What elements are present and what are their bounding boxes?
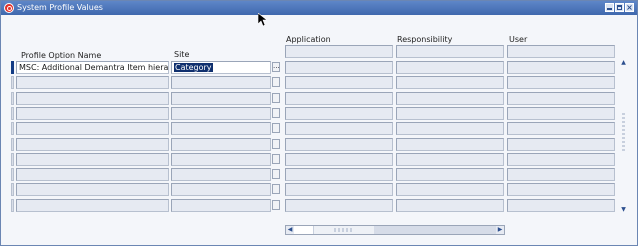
vertical-scrollbar[interactable]: ▲ ▼ — [619, 59, 628, 213]
responsibility-cell[interactable] — [396, 76, 504, 89]
application-cell[interactable] — [285, 138, 393, 151]
record-indicator[interactable] — [11, 76, 14, 89]
vertical-scroll-thumb[interactable] — [622, 113, 625, 153]
arrow-up-icon[interactable]: ▲ — [620, 59, 627, 66]
responsibility-cell[interactable] — [396, 122, 504, 135]
responsibility-cell[interactable] — [396, 153, 504, 166]
application-cell[interactable] — [285, 61, 393, 74]
user-cell[interactable] — [507, 107, 615, 120]
application-cell[interactable] — [285, 183, 393, 196]
site-cell[interactable]: Category — [171, 61, 271, 74]
lov-button[interactable] — [272, 200, 280, 210]
responsibility-cell[interactable] — [396, 199, 504, 212]
site-value: Category — [174, 63, 213, 73]
profile-option-name-cell[interactable] — [16, 92, 169, 105]
record-indicator[interactable] — [11, 107, 14, 120]
responsibility-cell[interactable] — [396, 61, 504, 74]
site-cell[interactable] — [171, 76, 271, 89]
record-indicator[interactable] — [11, 168, 14, 181]
record-indicator[interactable] — [11, 61, 14, 74]
site-level-user-field[interactable] — [507, 45, 615, 58]
lov-button[interactable]: ... — [272, 62, 280, 72]
system-profile-values-window: System Profile Values × Profile Option N… — [0, 0, 638, 246]
record-indicator[interactable] — [11, 138, 14, 151]
responsibility-cell[interactable] — [396, 183, 504, 196]
application-cell[interactable] — [285, 153, 393, 166]
horizontal-scrollbar[interactable]: ◀ ▶ — [285, 225, 505, 235]
horizontal-scroll-track[interactable] — [374, 226, 498, 234]
record-indicator[interactable] — [11, 153, 14, 166]
profile-option-name-cell[interactable] — [16, 107, 169, 120]
close-icon[interactable]: × — [625, 3, 634, 12]
application-cell[interactable] — [285, 92, 393, 105]
profile-option-name-value: MSC: Additional Demantra Item hierarch — [19, 63, 169, 72]
site-level-application-field[interactable] — [285, 45, 393, 58]
responsibility-cell[interactable] — [396, 107, 504, 120]
arrow-down-icon[interactable]: ▼ — [620, 206, 627, 213]
record-indicator[interactable] — [11, 199, 14, 212]
header-site: Site — [174, 50, 190, 59]
application-cell[interactable] — [285, 168, 393, 181]
user-cell[interactable] — [507, 138, 615, 151]
selected-text: Category — [174, 63, 213, 72]
profile-option-name-cell[interactable]: MSC: Additional Demantra Item hierarch — [16, 61, 169, 74]
profile-option-name-cell[interactable] — [16, 199, 169, 212]
user-cell[interactable] — [507, 168, 615, 181]
oracle-icon — [4, 3, 14, 13]
minimize-icon[interactable] — [605, 3, 614, 12]
user-cell[interactable] — [507, 76, 615, 89]
site-cell[interactable] — [171, 138, 271, 151]
window-title: System Profile Values — [17, 3, 103, 12]
arrow-right-icon[interactable]: ▶ — [496, 226, 504, 234]
lov-button[interactable] — [272, 139, 280, 149]
mouse-pointer-icon — [258, 13, 267, 27]
responsibility-cell[interactable] — [396, 168, 504, 181]
application-cell[interactable] — [285, 122, 393, 135]
user-cell[interactable] — [507, 153, 615, 166]
profile-option-name-cell[interactable] — [16, 138, 169, 151]
maximize-icon[interactable] — [615, 3, 624, 12]
record-indicator[interactable] — [11, 92, 14, 105]
profile-option-name-cell[interactable] — [16, 122, 169, 135]
lov-button[interactable] — [272, 123, 280, 133]
profile-option-name-cell[interactable] — [16, 153, 169, 166]
lov-button[interactable] — [272, 154, 280, 164]
record-indicator[interactable] — [11, 183, 14, 196]
profile-option-name-cell[interactable] — [16, 76, 169, 89]
site-cell[interactable] — [171, 183, 271, 196]
responsibility-cell[interactable] — [396, 138, 504, 151]
application-cell[interactable] — [285, 76, 393, 89]
header-application: Application — [286, 35, 331, 44]
lov-button[interactable] — [272, 184, 280, 194]
user-cell[interactable] — [507, 92, 615, 105]
site-cell[interactable] — [171, 122, 271, 135]
user-cell[interactable] — [507, 199, 615, 212]
user-cell[interactable] — [507, 122, 615, 135]
profile-option-name-cell[interactable] — [16, 168, 169, 181]
lov-button[interactable] — [272, 93, 280, 103]
lov-button[interactable] — [272, 108, 280, 118]
site-cell[interactable] — [171, 199, 271, 212]
profile-option-name-cell[interactable] — [16, 183, 169, 196]
record-indicator[interactable] — [11, 122, 14, 135]
site-cell[interactable] — [171, 107, 271, 120]
lov-button[interactable] — [272, 169, 280, 179]
site-cell[interactable] — [171, 168, 271, 181]
header-profile-option-name: Profile Option Name — [21, 51, 102, 60]
user-cell[interactable] — [507, 61, 615, 74]
site-cell[interactable] — [171, 153, 271, 166]
site-cell[interactable] — [171, 92, 271, 105]
responsibility-cell[interactable] — [396, 92, 504, 105]
application-cell[interactable] — [285, 199, 393, 212]
header-user: User — [509, 35, 528, 44]
user-cell[interactable] — [507, 183, 615, 196]
site-level-responsibility-field[interactable] — [396, 45, 504, 58]
arrow-left-icon[interactable]: ◀ — [286, 226, 294, 234]
horizontal-scroll-thumb[interactable] — [313, 226, 375, 234]
application-cell[interactable] — [285, 107, 393, 120]
header-responsibility: Responsibility — [397, 35, 453, 44]
lov-button[interactable] — [272, 77, 280, 87]
title-bar[interactable]: System Profile Values × — [1, 1, 637, 15]
